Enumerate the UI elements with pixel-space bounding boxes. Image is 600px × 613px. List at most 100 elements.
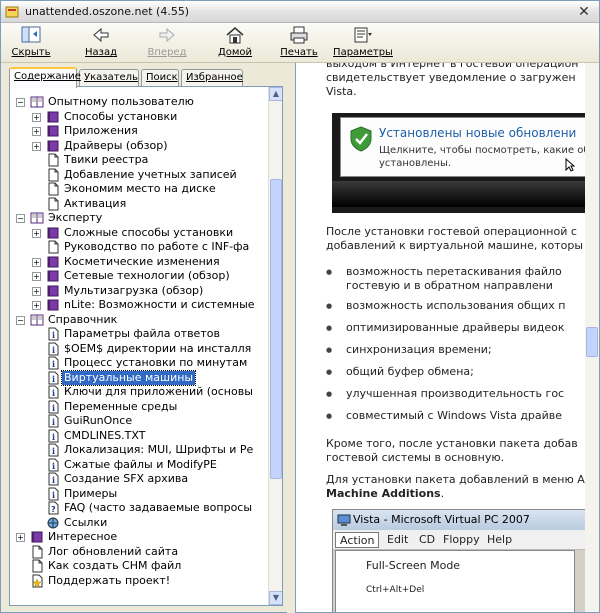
para4-line-1: Для установки пакета добавлений в меню А [326,473,585,486]
tree-item-label: Руководство по работе с INF-фа [64,240,250,253]
tree-item[interactable]: + Косметические изменения [10,255,268,269]
tree-item[interactable]: i Локализация: MUI, Шрифты и Ре [10,443,268,457]
topic-scrollbar[interactable] [585,63,599,612]
book-open-icon [30,96,44,108]
star-page-icon [32,574,43,588]
collapse-icon[interactable]: − [16,315,25,325]
tree-item-label: Сжатые файлы и ModifyPE [64,457,217,471]
tree-item[interactable]: i Параметры файла ответов [10,327,268,341]
tree-scrollbar[interactable]: ▲ ▼ [268,87,282,605]
tree-item-label: Справочник [48,312,118,326]
expand-icon[interactable]: + [32,141,41,151]
tree-item[interactable]: i Создание SFX архива [10,472,268,486]
tree-item[interactable]: Экономим место на диске [10,182,268,196]
svg-text:i: i [52,432,55,442]
tree-item[interactable]: Как создать CHM файл [10,559,268,573]
tree-item-label: Способы установки [64,109,178,123]
expand-icon[interactable]: + [16,533,25,542]
tree-item[interactable]: + Сложные способы установки [10,226,268,240]
tree-item[interactable]: + nLite: Возможности и системные [10,298,268,312]
help-book-icon [5,6,19,18]
tree-item[interactable]: − Справочник [10,313,268,327]
tree-item[interactable]: + Интересное [10,530,268,544]
tree-item[interactable]: + Сетевые технологии (обзор) [10,269,268,283]
tree-item[interactable]: + Драйверы (обзор) [10,139,268,153]
bullet-item: общий буфер обмена; [326,365,474,379]
tree-item[interactable]: + Способы установки [10,110,268,124]
expand-icon[interactable]: + [32,112,41,122]
tree-item-label: Интересное [48,530,118,543]
vpc-menu-action: Action [335,532,380,548]
tree-item-label: Сетевые технологии (обзор) [64,269,230,282]
tree-item[interactable]: − Опытному пользователю [10,95,268,109]
options-label: Параметры [333,47,393,58]
tree-item[interactable]: ? FAQ (часто задаваемые вопросы [10,501,268,515]
topic-scroll-thumb[interactable] [586,327,598,357]
scroll-up-arrow-icon[interactable]: ▲ [269,87,282,101]
tab-favorites[interactable]: Избранное [181,69,243,87]
tree-item[interactable]: Лог обновлений сайта [10,545,268,559]
tree-item[interactable]: Твики реестра [10,153,268,167]
pane-splitter[interactable] [287,63,295,613]
home-button[interactable]: Домой [215,25,255,61]
page-icon [32,545,43,558]
options-button[interactable]: Параметры [333,25,393,61]
expand-icon[interactable]: + [32,301,41,310]
book-closed-icon [47,270,59,282]
expand-icon[interactable]: + [32,286,41,296]
tree-item[interactable]: − Эксперту [10,211,268,225]
forward-label: Вперед [147,47,187,58]
tab-contents[interactable]: Содержание [9,67,81,88]
tree-item[interactable]: Добавление учетных записей [10,168,268,182]
tree-item[interactable]: i CMDLINES.TXT [10,429,268,443]
page-icon [48,153,59,167]
para3-line-1: Кроме того, после установки пакета добав [326,437,578,450]
svg-text:?: ? [51,505,56,514]
tree-item[interactable]: i Переменные среды [10,400,268,414]
tree-item[interactable]: Руководство по работе с INF-фа [10,240,268,254]
collapse-icon[interactable]: − [16,98,25,107]
tree-item[interactable]: + Мультизагрузка (обзор) [10,284,268,298]
tree-item[interactable]: i GuiRunOnce [10,414,268,428]
tree-item[interactable]: i Ключи для приложений (основы [10,385,268,399]
tab-search-label: Поиск [146,72,178,83]
title-bar[interactable]: unattended.oszone.net (4.55) ✕ [1,1,599,23]
tab-search[interactable]: Поиск [141,69,179,87]
tree-item-label: Процесс установки по минутам [64,356,248,369]
vpc-menu-item: Ctrl+Alt+Del [366,585,425,595]
tree-item[interactable]: Ссылки [10,516,268,530]
page-icon [48,197,59,210]
close-button[interactable]: ✕ [575,3,593,21]
tree-item[interactable]: i $OEM$ директории на инсталля [10,342,268,356]
contents-tree[interactable]: − Опытному пользователю + Способы установки… [9,86,283,606]
vpc-menu-help: Help [487,533,513,546]
bullet-item: оптимизированные драйверы видеок [326,321,565,335]
print-button[interactable]: Печать [279,25,319,61]
expand-icon[interactable]: + [32,127,41,136]
tree-item[interactable]: + Приложения [10,124,268,138]
globe-page-icon [47,517,59,528]
expand-icon[interactable]: + [32,228,41,238]
machine-additions-bold: Machine Additions [326,487,441,500]
collapse-icon[interactable]: − [16,214,25,223]
hide-button[interactable]: Скрыть [9,25,53,61]
tree-item[interactable]: i Сжатые файлы и ModifyPE [10,458,268,472]
home-icon [226,27,244,44]
tree-item[interactable]: i Виртуальные машины [10,369,268,386]
popup-text-2: установлены. [379,158,452,169]
tab-index[interactable]: Указатель [79,69,139,87]
tree-item[interactable]: i Процесс установки по минутам [10,356,268,370]
expand-icon[interactable]: + [32,257,41,267]
tree-item-label: Опытному пользователю [48,95,194,108]
tab-contents-label: Содержание [14,71,81,82]
scroll-down-arrow-icon[interactable]: ▼ [269,591,282,605]
tree-item[interactable]: i Примеры [10,487,268,501]
tree-item[interactable]: Активация [10,197,268,211]
tree-item[interactable]: Поддержать проект! [10,574,268,588]
book-closed-icon [31,531,43,543]
expand-icon[interactable]: + [32,272,41,281]
scroll-thumb[interactable] [270,179,282,479]
forward-button[interactable]: Вперед [143,25,191,61]
back-button[interactable]: Назад [81,25,121,61]
book-closed-icon [47,227,59,238]
